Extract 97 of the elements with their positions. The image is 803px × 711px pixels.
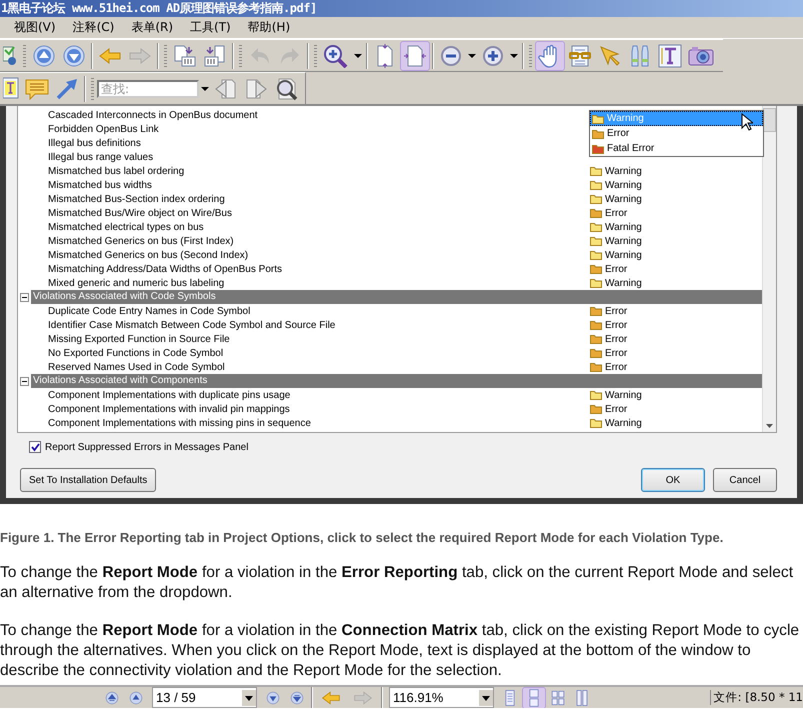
report-mode[interactable]: Error [605, 404, 628, 414]
zoom-in-icon [323, 44, 349, 68]
dialog-button[interactable]: Set To Installation Defaults [20, 468, 156, 492]
diagonal-arrow-icon [55, 76, 79, 100]
toolbar-grip[interactable] [164, 44, 167, 66]
text-select-icon [658, 44, 682, 68]
violation-name: Illegal bus definitions [47, 138, 142, 148]
text-box-icon [3, 76, 19, 100]
page-arrow-icon [173, 44, 197, 68]
next-page-icon [244, 76, 268, 100]
report-mode[interactable]: Warning [605, 222, 642, 232]
menu-item[interactable]: 表单(R) [131, 19, 174, 36]
page-size-text: 文件: [8.50 * 11 [710, 690, 803, 705]
violation-name: Illegal bus range values [47, 152, 154, 162]
previous-page-icon [214, 76, 238, 100]
caret-icon [510, 54, 518, 58]
report-mode[interactable]: Error [605, 334, 628, 344]
menu-item[interactable]: 视图(V) [14, 19, 56, 36]
report-mode[interactable]: Warning [605, 236, 642, 246]
comment-icon [25, 76, 49, 100]
collapse-icon[interactable] [20, 292, 29, 302]
document-icon [3, 44, 17, 68]
report-mode[interactable]: Error [605, 348, 628, 358]
report-mode[interactable]: Warning [605, 166, 642, 176]
dropdown-field[interactable]: 13 / 59 [152, 687, 257, 708]
dialog-button[interactable]: Cancel [713, 468, 777, 492]
violation-name: Mismatched bus widths [47, 180, 153, 190]
violation-name: Mismatched Generics on bus (First Index) [47, 236, 235, 246]
violation-name: Duplicate Code Entry Names in Code Symbol [47, 306, 252, 316]
violation-name: Reserved Names Used in Code Symbol [47, 362, 226, 372]
violation-name: Missing Exported Function in Source File [47, 334, 231, 344]
zoom-in-icon [481, 44, 505, 68]
fit-width-icon [403, 44, 427, 68]
report-mode[interactable]: Error [605, 264, 628, 274]
menu-item[interactable]: 帮助(H) [248, 19, 290, 36]
reading-glasses-icon [568, 44, 592, 68]
toolbar-grip[interactable] [91, 78, 94, 100]
report-mode[interactable]: Error [605, 362, 628, 372]
violation-name: Mismatching Address/Data Widths of OpenBus Ports [47, 264, 283, 274]
report-mode[interactable]: Error [605, 306, 628, 316]
violation-name: Mismatched electrical types on bus [47, 222, 205, 232]
toolbar-button[interactable] [400, 40, 430, 70]
caret-icon [201, 86, 209, 90]
dropdown-option[interactable]: Error [590, 126, 763, 141]
figure-caption: Figure 1. The Error Reporting tab in Project Options, click to select the required Report Mode for each Violation Type. [0, 530, 724, 545]
violation-name: Identifier Case Mismatch Between Code Symbol and Source File [47, 320, 336, 330]
dialog-button[interactable]: OK [641, 468, 705, 492]
caret-icon [354, 54, 362, 58]
report-mode[interactable]: Error [605, 320, 628, 330]
mouse-pointer-icon [741, 113, 753, 131]
violation-name: Mismatched Generics on bus (Second Index) [47, 250, 250, 260]
report-mode[interactable]: Warning [605, 390, 642, 400]
menu-item[interactable]: 注释(C) [72, 19, 114, 36]
window-title: 1黑电子论坛 www.51hei.com AD原理图错误参考指南.pdf] [1, 0, 317, 17]
menu-item[interactable]: 工具(T) [190, 19, 231, 36]
violation-name: Mismatched Bus/Wire object on Wire/Bus [47, 208, 233, 218]
toolbar-grip[interactable] [23, 44, 26, 66]
pointer-icon [598, 44, 622, 68]
toolbar-grip[interactable] [529, 44, 532, 66]
group-header[interactable]: Violations Associated with Components [31, 374, 762, 388]
violation-name: Mismatched bus label ordering [47, 166, 186, 176]
dropdown-field[interactable]: 116.91% [389, 687, 494, 708]
zoom-out-icon [439, 44, 463, 68]
search-icon [274, 76, 298, 100]
continuous-facing-icon [574, 688, 590, 708]
arrow-down-icon [62, 44, 86, 68]
violation-name: Mixed generic and numeric bus labeling [47, 278, 226, 288]
paragraph: To change the Report Mode for a violation in the Connection Matrix tab, click on the existing Report Mode to cycle through the alternatives. When you click on the Report Mode, text is displayed at the bottom of the window to describe the connectivity violation and the Report Mode for the selection. [0, 621, 800, 681]
search-field[interactable]: 查找: [97, 80, 199, 98]
checkbox[interactable] [29, 441, 41, 453]
toolbar-grip[interactable] [239, 44, 242, 66]
checkbox-label: Report Suppressed Errors in Messages Panel [45, 442, 248, 452]
violation-name: Component Implementations with invalid pin mappings [47, 404, 291, 414]
scroll-thumb[interactable] [763, 108, 776, 132]
report-mode[interactable]: Error [605, 208, 628, 218]
report-mode[interactable]: Warning [605, 180, 642, 190]
collapse-icon[interactable] [20, 376, 29, 386]
report-mode[interactable]: Warning [605, 250, 642, 260]
violation-name: Mismatched Bus-Section index ordering [47, 194, 226, 204]
report-mode[interactable]: Warning [605, 418, 642, 428]
violation-name: Component Implementations with missing pins in sequence [47, 418, 312, 428]
violation-name: No Exported Functions in Code Symbol [47, 348, 224, 358]
violation-name: Cascaded Interconnects in OpenBus document [47, 110, 259, 120]
group-header[interactable]: Violations Associated with Code Symbols [31, 290, 762, 304]
scroll-down-icon[interactable] [766, 424, 773, 428]
toolbar-grip[interactable] [314, 44, 317, 66]
page-arrow-icon [203, 44, 227, 68]
violation-name: Forbidden OpenBus Link [47, 124, 160, 134]
report-mode[interactable]: Warning [605, 194, 642, 204]
paragraph: To change the Report Mode for a violation in the Error Reporting tab, click on the current Report Mode and select an alternative from the dropdown. [0, 563, 794, 603]
violation-name: Component Implementations with duplicate pins usage [47, 390, 292, 400]
report-mode[interactable]: Warning [605, 278, 642, 288]
scrollbar[interactable] [762, 106, 776, 432]
dropdown-option[interactable]: Fatal Error [590, 141, 763, 156]
caret-icon [468, 54, 476, 58]
arrow-up-icon [32, 44, 56, 68]
toolbar-button[interactable] [535, 40, 565, 70]
